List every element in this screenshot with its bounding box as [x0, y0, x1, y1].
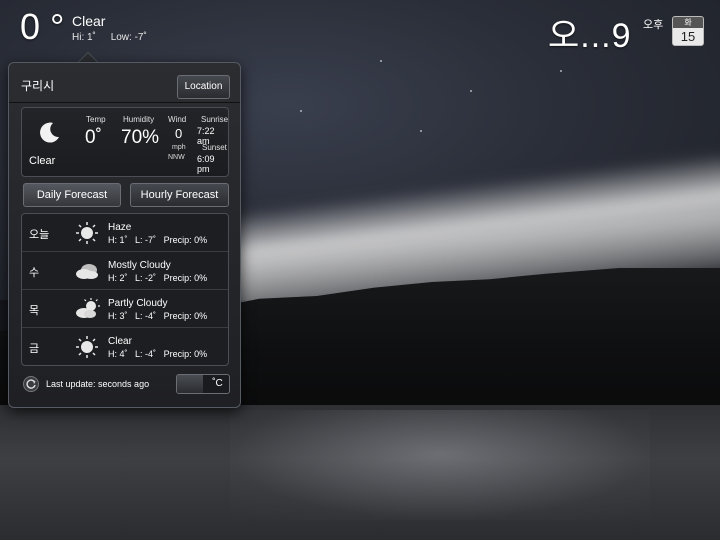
- daily-forecast-list: 오늘 Haze H: 1˚ L: -7˚ Precip: 0% 수 Mostly…: [21, 213, 229, 366]
- sunset-label: Sunset: [202, 143, 227, 152]
- top-temperature[interactable]: 0 °: [20, 6, 64, 48]
- forecast-condition: Mostly Cloudy: [108, 260, 171, 271]
- temp-label: Temp: [86, 115, 106, 124]
- top-condition[interactable]: Clear: [72, 13, 105, 29]
- humidity-label: Humidity: [123, 115, 155, 124]
- wind-unit: mph: [172, 144, 186, 151]
- forecast-row-today[interactable]: 오늘 Haze H: 1˚ L: -7˚ Precip: 0%: [22, 214, 228, 252]
- forecast-row-thu[interactable]: 목 Partly Cloudy H: 3˚ L: -4˚ Precip: 0%: [22, 290, 228, 328]
- forecast-low: L: -4˚: [135, 349, 157, 359]
- wind-label: Wind: [168, 115, 187, 124]
- city-name: 구리시: [21, 79, 55, 93]
- sun-icon: [76, 336, 98, 358]
- forecast-hi-lo-precip: H: 4˚ L: -4˚ Precip: 0%: [108, 349, 212, 359]
- forecast-low: L: -4˚: [135, 311, 157, 321]
- partly-cloudy-icon: [76, 298, 100, 318]
- top-hi: Hi: 1˚: [72, 32, 96, 43]
- popover-header: 구리시 Location: [9, 63, 240, 103]
- forecast-day: 오늘: [29, 228, 50, 241]
- unit-toggle[interactable]: ˚C: [176, 374, 230, 394]
- sun-icon: [76, 222, 98, 244]
- forecast-high: H: 4˚: [108, 349, 128, 359]
- forecast-precip: Precip: 0%: [163, 311, 208, 321]
- forecast-hi-lo-precip: H: 3˚ L: -4˚ Precip: 0%: [108, 311, 212, 321]
- forecast-hi-lo-precip: H: 2˚ L: -2˚ Precip: 0%: [108, 273, 212, 283]
- star: [420, 130, 422, 132]
- toggle-knob[interactable]: [177, 375, 203, 393]
- forecast-row-fri[interactable]: 금 Clear H: 4˚ L: -4˚ Precip: 0%: [22, 328, 228, 365]
- forecast-high: H: 2˚: [108, 273, 128, 283]
- clock-ampm: 오후: [643, 18, 664, 31]
- forecast-day: 목: [29, 304, 40, 317]
- star: [560, 70, 562, 72]
- forecast-hi-lo-precip: H: 1˚ L: -7˚ Precip: 0%: [108, 235, 212, 245]
- calendar-date: 15: [680, 29, 696, 44]
- moon-icon: [40, 122, 59, 143]
- star: [300, 110, 302, 112]
- forecast-condition: Clear: [108, 336, 132, 347]
- wind-direction: NNW: [168, 154, 185, 161]
- weather-popover: 구리시 Location Clear Temp 0˚ Humidity 70% …: [8, 62, 241, 408]
- forecast-low: L: -7˚: [135, 235, 157, 245]
- lake-reflection: [230, 410, 650, 520]
- wind-value: 0: [175, 126, 183, 141]
- forecast-row-wed[interactable]: 수 Mostly Cloudy H: 2˚ L: -2˚ Precip: 0%: [22, 252, 228, 290]
- forecast-high: H: 3˚: [108, 311, 128, 321]
- forecast-high: H: 1˚: [108, 235, 128, 245]
- temp-value: 0˚: [85, 127, 102, 148]
- forecast-precip: Precip: 0%: [163, 349, 208, 359]
- star: [470, 90, 472, 92]
- unit-label: ˚C: [212, 378, 223, 389]
- calendar-icon[interactable]: 화 15: [672, 16, 704, 46]
- humidity-value: 70%: [121, 127, 160, 148]
- last-update-text: Last update: seconds ago: [46, 379, 150, 389]
- calendar-weekday: 화: [673, 17, 703, 28]
- clock-time[interactable]: 오...9: [548, 8, 632, 57]
- star: [380, 60, 382, 62]
- current-condition: Clear: [29, 155, 56, 167]
- top-low: Low: -7˚: [110, 32, 147, 43]
- top-hi-low: Hi: 1˚ Low: -7˚: [72, 32, 159, 43]
- location-button[interactable]: Location: [177, 75, 230, 99]
- sunset-value: 6:09 pm: [197, 154, 215, 174]
- forecast-precip: Precip: 0%: [163, 235, 208, 245]
- daily-forecast-button[interactable]: Daily Forecast: [23, 183, 121, 207]
- cloud-icon: [76, 264, 98, 279]
- current-conditions-card: Clear Temp 0˚ Humidity 70% Wind 0 mph NN…: [21, 107, 229, 177]
- refresh-icon[interactable]: [23, 376, 39, 392]
- forecast-day: 금: [29, 342, 40, 355]
- sunrise-label: Sunrise: [201, 115, 229, 124]
- forecast-day: 수: [29, 266, 40, 279]
- hourly-forecast-button[interactable]: Hourly Forecast: [130, 183, 229, 207]
- forecast-precip: Precip: 0%: [163, 273, 208, 283]
- forecast-condition: Partly Cloudy: [108, 298, 168, 309]
- forecast-condition: Haze: [108, 222, 132, 233]
- forecast-low: L: -2˚: [135, 273, 157, 283]
